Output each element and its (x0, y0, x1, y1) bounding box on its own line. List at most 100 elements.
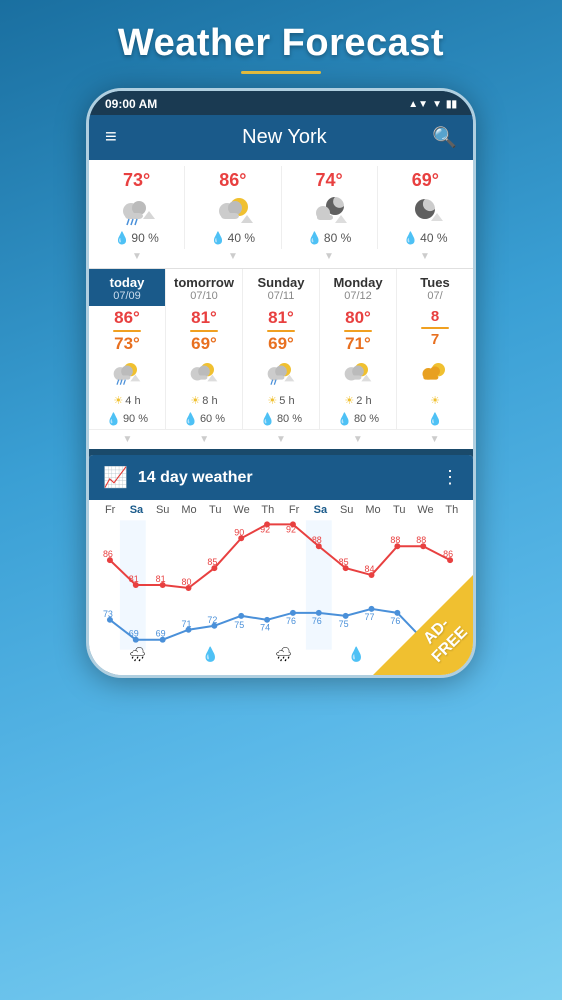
chart-day-mo2: Mo (360, 504, 386, 516)
phone-frame: 09:00 AM ▲▼ ▼ ▮▮ ≡ New York 🔍 73° (86, 88, 476, 678)
svg-text:69: 69 (156, 629, 166, 639)
hourly-icon-1 (111, 191, 163, 231)
hourly-temp-4: 69° (412, 170, 439, 191)
hourly-icon-2 (207, 191, 259, 231)
chart-day-sa1: Sa (123, 504, 149, 516)
status-time: 09:00 AM (105, 97, 157, 111)
hourly-precip-2: 💧40 % (211, 231, 255, 245)
chart-day-fr2: Fr (281, 504, 307, 516)
day-date-monday: 07/12 (344, 290, 372, 302)
battery-icon: ▮▮ (446, 99, 457, 110)
svg-text:85: 85 (207, 557, 217, 567)
svg-text:81: 81 (156, 574, 166, 584)
svg-text:75: 75 (339, 619, 349, 629)
daily-high-today: 86° (114, 308, 140, 328)
svg-text:73: 73 (103, 609, 113, 619)
daily-sun-today: ☀4 h (89, 392, 166, 409)
daily-low-sunday: 69° (268, 334, 294, 354)
hourly-precip-1: 💧90 % (114, 231, 158, 245)
svg-text:88: 88 (312, 535, 322, 545)
day-col-monday[interactable]: Monday 07/12 (320, 269, 397, 306)
menu-icon[interactable]: ≡ (105, 126, 117, 149)
chart-day-th1: Th (255, 504, 281, 516)
svg-text:84: 84 (365, 564, 375, 574)
daily-icon-sunday (243, 354, 320, 392)
chart-day-tu: Tu (202, 504, 228, 516)
daily-low-tomorrow: 69° (191, 334, 217, 354)
svg-text:90: 90 (234, 527, 244, 537)
day-col-sunday[interactable]: Sunday 07/11 (243, 269, 320, 306)
daily-section: today 07/09 tomorrow 07/10 Sunday 07/11 … (89, 269, 473, 449)
search-icon[interactable]: 🔍 (432, 125, 457, 150)
hourly-temp-1: 73° (123, 170, 150, 191)
page-title: Weather Forecast (118, 0, 444, 71)
daily-high-sunday: 81° (268, 308, 294, 328)
daily-sun-tuesday: ☀ (397, 392, 473, 409)
svg-text:77: 77 (365, 612, 375, 622)
svg-text:88: 88 (390, 535, 400, 545)
daily-sun-monday: ☀2 h (320, 392, 397, 409)
fourteen-day-header: 📈 14 day weather ⋮ (89, 455, 473, 500)
chart-day-mo1: Mo (176, 504, 202, 516)
title-underline (241, 71, 321, 74)
svg-text:81: 81 (129, 574, 139, 584)
daily-sun-tomorrow: ☀8 h (166, 392, 243, 409)
daily-high-monday: 80° (345, 308, 371, 328)
svg-text:76: 76 (390, 616, 400, 626)
svg-text:86: 86 (443, 549, 453, 559)
chart-day-fr1: Fr (97, 504, 123, 516)
daily-high-tomorrow: 81° (191, 308, 217, 328)
temperature-chart: 86 81 81 80 85 90 92 92 88 85 84 88 88 8… (97, 520, 465, 650)
day-date-tomorrow: 07/10 (190, 290, 218, 302)
svg-text:69: 69 (129, 629, 139, 639)
day-col-tomorrow[interactable]: tomorrow 07/10 (166, 269, 243, 306)
fourteen-day-section: 📈 14 day weather ⋮ Fr Sa Su Mo Tu We Th … (89, 455, 473, 675)
chart-day-su2: Su (334, 504, 360, 516)
daily-icon-monday (320, 354, 397, 392)
nav-bar: ≡ New York 🔍 (89, 115, 473, 160)
hourly-temp-3: 74° (316, 170, 343, 191)
svg-text:76: 76 (286, 616, 296, 626)
day-name-tuesday: Tues (420, 275, 449, 290)
daily-precip-today: 💧90 % (89, 409, 166, 429)
daily-precip-monday: 💧80 % (320, 409, 397, 429)
hourly-temp-2: 86° (219, 170, 246, 191)
daily-sun-sunday: ☀5 h (243, 392, 320, 409)
chart-day-th2: Th (439, 504, 465, 516)
svg-text:92: 92 (286, 524, 296, 534)
hourly-col-1: 73° 💧90 % (89, 166, 185, 249)
chart-day-we2: We (412, 504, 438, 516)
chart-day-we1: We (228, 504, 254, 516)
svg-text:72: 72 (207, 615, 217, 625)
chart-day-sa2: Sa (307, 504, 333, 516)
svg-text:71: 71 (182, 619, 192, 629)
daily-low-today: 73° (114, 334, 140, 354)
signal-icon: ▲▼ (408, 99, 428, 110)
day-name-sunday: Sunday (258, 275, 305, 290)
day-col-tuesday[interactable]: Tues 07/ (397, 269, 473, 306)
hourly-col-2: 86° 💧40 % (185, 166, 281, 249)
svg-text:88: 88 (416, 535, 426, 545)
chart-day-tu2: Tu (386, 504, 412, 516)
svg-text:85: 85 (339, 557, 349, 567)
hourly-icon-4 (399, 191, 451, 231)
fourteen-day-title: 14 day weather (138, 469, 441, 487)
svg-text:86: 86 (103, 549, 113, 559)
daily-icon-today (89, 354, 166, 392)
svg-text:80: 80 (182, 577, 192, 587)
daily-low-monday: 71° (345, 334, 371, 354)
hourly-section: 73° 💧90 % 8 (89, 160, 473, 269)
day-name-tomorrow: tomorrow (174, 275, 234, 290)
day-name-today: today (110, 275, 145, 290)
daily-precip-tomorrow: 💧60 % (166, 409, 243, 429)
svg-text:74: 74 (260, 623, 270, 633)
more-options-icon[interactable]: ⋮ (441, 467, 459, 488)
status-bar: 09:00 AM ▲▼ ▼ ▮▮ (89, 91, 473, 115)
chart-icon: 📈 (103, 465, 128, 490)
hourly-col-4: 69° 💧40 % (378, 166, 473, 249)
hourly-precip-4: 💧40 % (403, 231, 447, 245)
day-date-tuesday: 07/ (427, 290, 442, 302)
daily-icon-tuesday (397, 354, 473, 392)
daily-low-tuesday: 7 (431, 331, 439, 348)
day-col-today[interactable]: today 07/09 (89, 269, 166, 306)
